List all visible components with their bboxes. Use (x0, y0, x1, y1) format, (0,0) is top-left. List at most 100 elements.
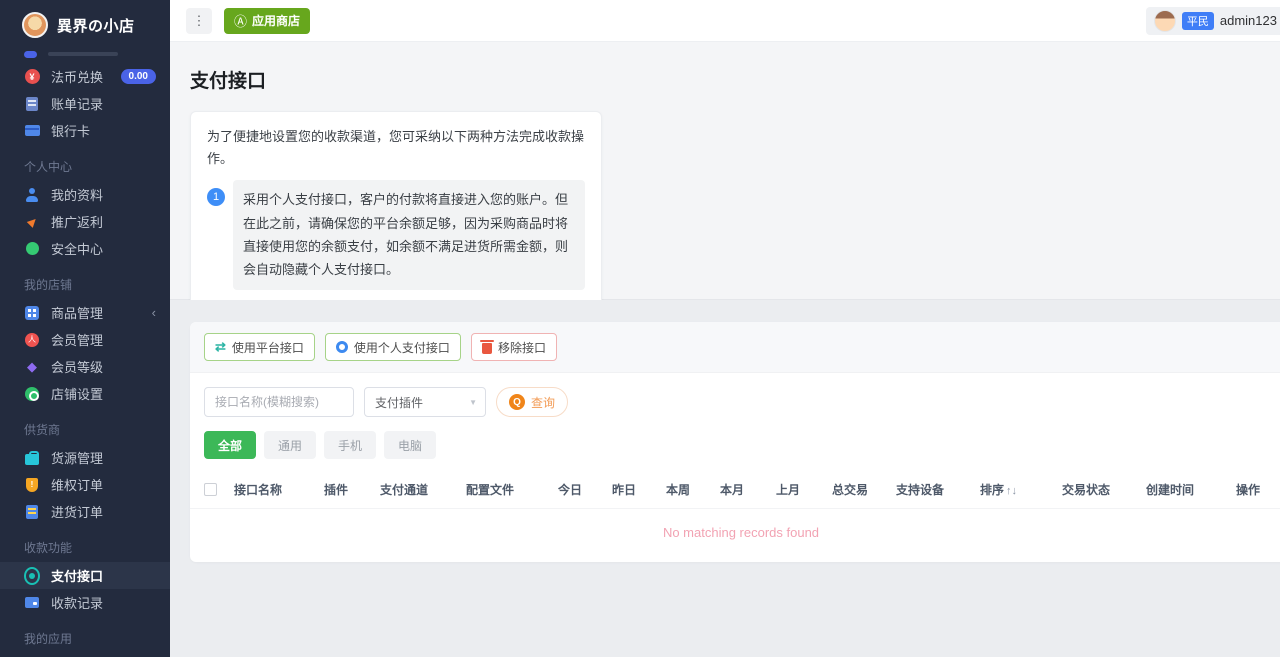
table-header-row: 接口名称 插件 支付通道 配置文件 今日 昨日 本周 本月 上月 总交易 支持设… (190, 471, 1280, 509)
use-platform-interface-button[interactable]: ⇄ 使用平台接口 (204, 333, 315, 361)
col-supported-devices: 支持设备 (896, 483, 945, 497)
sidebar-item-label: 商品管理 (51, 306, 104, 321)
sidebar-item-label: 银行卡 (51, 124, 91, 139)
sidebar-item-purchase-orders[interactable]: 进货订单 (0, 498, 170, 525)
sidebar-item-promotion-rebate[interactable]: 推广返利 (0, 208, 170, 235)
col-yesterday: 昨日 (612, 483, 637, 497)
wallet-icon (24, 595, 40, 611)
grid-icon (24, 305, 40, 321)
sidebar-item-my-profile[interactable]: 我的资料 (0, 181, 170, 208)
user-menu[interactable]: 平民 admin123 ▾ (1145, 6, 1280, 35)
document-icon (24, 96, 40, 112)
target-icon (24, 568, 40, 584)
interface-panel: ⇄ 使用平台接口 使用个人支付接口 移除接口 支付插件 ▼ (190, 322, 1280, 562)
avatar (1153, 9, 1176, 32)
device-tabs: 全部 通用 手机 电脑 (190, 431, 1280, 471)
tab-general[interactable]: 通用 (264, 431, 317, 459)
sidebar-section-supplier: 供货商 (24, 423, 61, 437)
sidebar-section-my-shop: 我的店铺 (24, 278, 73, 292)
sidebar-item-label: 我的资料 (51, 188, 104, 203)
select-all-checkbox[interactable] (204, 483, 217, 496)
remove-interface-button[interactable]: 移除接口 (470, 333, 557, 361)
sidebar-item-payment-interface[interactable]: 支付接口 (0, 562, 170, 589)
col-transaction-status: 交易状态 (1062, 483, 1111, 497)
app-store-button[interactable]: Ⓐ 应用商店 (224, 7, 311, 34)
page-title: 支付接口 (190, 71, 267, 92)
app-store-label: 应用商店 (252, 14, 301, 28)
sidebar-item-shop-settings[interactable]: 店铺设置 (0, 380, 170, 407)
sidebar-item-plugin-management[interactable]: 插件管理 (0, 653, 170, 657)
shield-icon (24, 477, 40, 493)
col-plugin: 插件 (324, 483, 349, 497)
sort-icon[interactable]: ↑↓ (1006, 485, 1017, 497)
sidebar-item-bill-records[interactable]: 账单记录 (0, 90, 170, 117)
sidebar-item-rights-orders[interactable]: 维权订单 (0, 471, 170, 498)
interface-name-input[interactable] (204, 387, 354, 417)
tab-desktop[interactable]: 电脑 (384, 431, 437, 459)
gear-icon (24, 386, 40, 402)
member-icon (24, 332, 40, 348)
sidebar-item-label: 支付接口 (51, 569, 104, 584)
username: admin123 (1219, 13, 1277, 28)
main-content: ⋮ Ⓐ 应用商店 平民 admin123 ▾ 支付接口 为了便捷地设置您的收款渠… (170, 0, 1280, 657)
sidebar-item-label: 店铺设置 (51, 387, 104, 402)
sidebar-item-fiat-exchange[interactable]: 法币兑换 0.00 (0, 63, 170, 90)
search-button[interactable]: Q 查询 (496, 387, 569, 417)
use-personal-interface-button[interactable]: 使用个人支付接口 (324, 333, 461, 361)
briefcase-icon (24, 450, 40, 466)
clipped-item-label (48, 52, 118, 56)
sidebar-item-label: 推广返利 (51, 215, 104, 230)
sidebar-item-security-center[interactable]: 安全中心 (0, 235, 170, 262)
use-personal-label: 使用个人支付接口 (353, 340, 450, 355)
blue-ring-icon (335, 341, 348, 353)
col-interface-name: 接口名称 (234, 483, 283, 497)
bank-card-icon (24, 123, 40, 139)
brand-name: 異界の小店 (57, 17, 135, 35)
tab-all[interactable]: 全部 (204, 431, 257, 459)
sidebar-item-product-management[interactable]: 商品管理 ‹ (0, 299, 170, 326)
sidebar-item-label: 收款记录 (51, 596, 104, 611)
caret-down-icon: ▼ (469, 397, 477, 407)
topbar: ⋮ Ⓐ 应用商店 平民 admin123 ▾ (170, 0, 1280, 42)
col-last-month: 上月 (776, 483, 801, 497)
sidebar-item-label: 法币兑换 (51, 70, 104, 85)
app-store-icon: Ⓐ (234, 14, 248, 29)
sidebar-item-supply-management[interactable]: 货源管理 (0, 444, 170, 471)
sidebar-section-collection: 收款功能 (24, 541, 73, 555)
step-1-badge: 1 (207, 188, 225, 207)
sidebar-item-label: 账单记录 (51, 97, 104, 112)
step-1-text: 采用个人支付接口，客户的付款将直接进入您的账户。但在此之前，请确保您的平台余额足… (233, 180, 585, 290)
page-header-section: 支付接口 为了便捷地设置您的收款渠道，您可采纳以下两种方法完成收款操作。 1 采… (170, 42, 1280, 380)
diamond-icon (24, 359, 40, 375)
col-sort: 排序 ↑↓ (980, 483, 1018, 497)
col-actions: 操作 (1236, 483, 1261, 497)
trash-icon (479, 339, 494, 354)
sidebar-item-label: 安全中心 (51, 242, 104, 257)
sidebar-item-collection-records[interactable]: 收款记录 (0, 589, 170, 616)
sidebar-item-member-management[interactable]: 会员管理 (0, 326, 170, 353)
menu-dots-button[interactable]: ⋮ (186, 7, 212, 34)
sidebar-item-label: 货源管理 (51, 451, 104, 466)
sidebar-item-member-level[interactable]: 会员等级 (0, 353, 170, 380)
brand[interactable]: 異界の小店 (0, 0, 170, 48)
search-label: 查询 (531, 395, 556, 410)
sidebar-item-partially-scrolled[interactable] (0, 48, 170, 63)
col-created-time: 创建时间 (1146, 483, 1195, 497)
chevron-left-icon[interactable]: ‹ (152, 305, 156, 320)
sidebar-item-label: 会员管理 (51, 333, 104, 348)
empty-state-message: No matching records found (662, 525, 820, 540)
instructions-intro: 为了便捷地设置您的收款渠道，您可采纳以下两种方法完成收款操作。 (207, 129, 585, 167)
search-icon: Q (509, 394, 525, 410)
action-toolbar: ⇄ 使用平台接口 使用个人支付接口 移除接口 (190, 322, 1280, 373)
col-total-transactions: 总交易 (832, 483, 869, 497)
col-today: 今日 (558, 483, 583, 497)
sidebar-item-bank-card[interactable]: 银行卡 (0, 117, 170, 144)
sidebar-section-my-apps: 我的应用 (24, 632, 73, 646)
sidebar: 異界の小店 法币兑换 0.00 账单记录 银行卡 个人中心 我的资料 推广返利 … (0, 0, 170, 657)
plugin-select[interactable]: 支付插件 ▼ (364, 387, 486, 417)
col-this-month: 本月 (720, 483, 745, 497)
col-payment-channel: 支付通道 (380, 483, 429, 497)
currency-exchange-icon (24, 69, 40, 85)
tab-mobile[interactable]: 手机 (324, 431, 377, 459)
sidebar-item-label: 会员等级 (51, 360, 104, 375)
